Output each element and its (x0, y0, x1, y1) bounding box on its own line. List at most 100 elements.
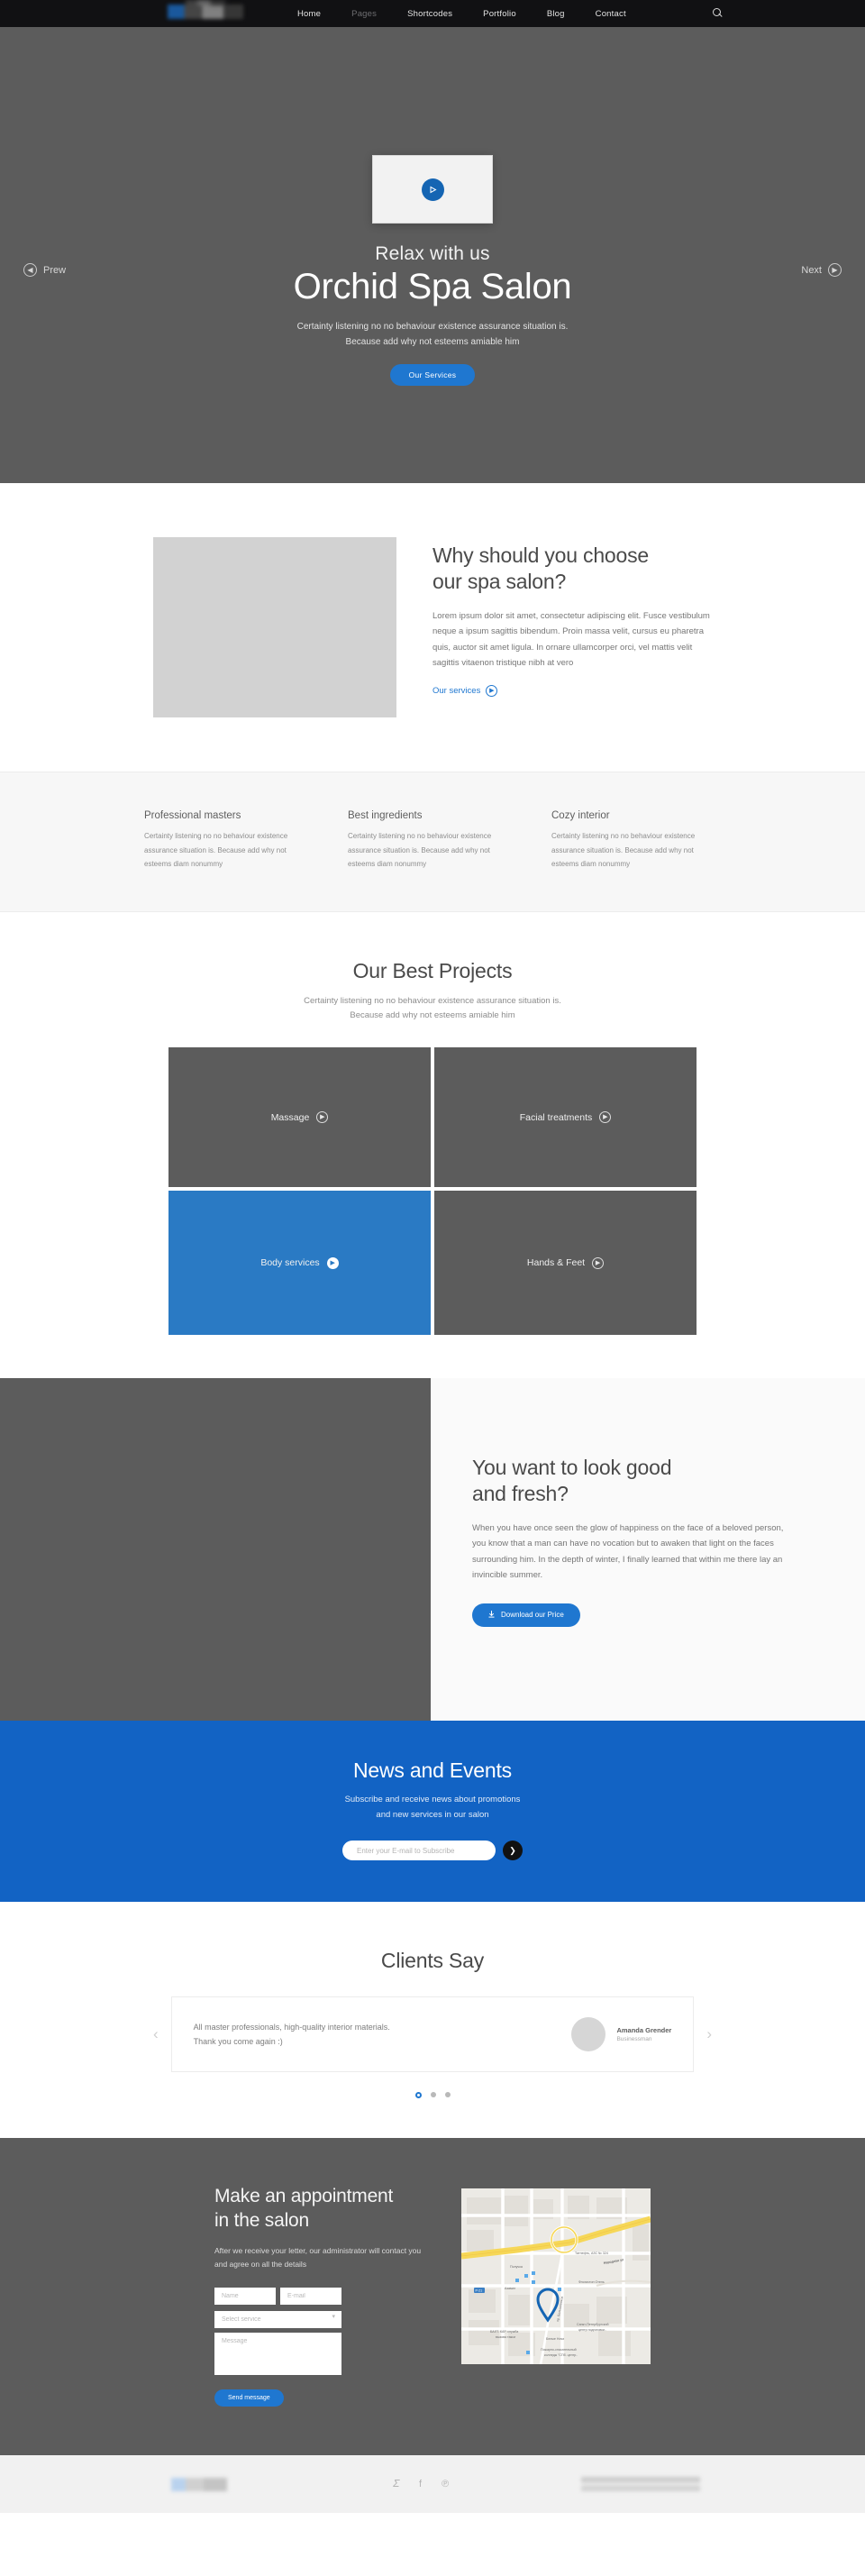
svg-text:Татнефть, АЗС № 324: Татнефть, АЗС № 324 (575, 2252, 608, 2255)
social-links: 𝛴 f ℗ (393, 2479, 449, 2490)
service-select-wrapper (214, 2309, 341, 2329)
project-card-massage[interactable]: Massage ▶ (168, 1047, 431, 1188)
hero-next-button[interactable]: Next ▶ (801, 263, 842, 277)
appointment-section: Make an appointment in the salon After w… (0, 2138, 865, 2456)
hero-prev-button[interactable]: ◀ Prew (23, 263, 66, 277)
svg-text:Белые Ночи: Белые Ночи (546, 2337, 564, 2341)
chevron-right-icon: ▶ (326, 1256, 339, 1269)
newsletter-submit-button[interactable]: ❯ (503, 1841, 523, 1861)
look-good-title: You want to look good and fresh? (472, 1455, 797, 1507)
email-field[interactable] (280, 2288, 341, 2306)
nav-item-contact[interactable]: Contact (596, 9, 626, 19)
newsletter-email-input[interactable] (342, 1841, 496, 1861)
download-icon (488, 1610, 495, 1620)
location-map[interactable]: Р-21 Татнефть, АЗС № 324 Народная ул Пол… (461, 2188, 651, 2365)
testimonial-prev-button[interactable]: ‹ (153, 2025, 159, 2043)
testimonial-carousel: ‹ All master professionals, high-quality… (153, 1996, 712, 2073)
pinterest-icon[interactable]: ℗ (442, 2479, 449, 2490)
project-card-hands-feet[interactable]: Hands & Feet ▶ (434, 1191, 697, 1336)
newsletter-form: ❯ (0, 1841, 865, 1861)
svg-text:Флогистон Отель: Флогистон Отель (578, 2280, 605, 2284)
footer-logo[interactable] (171, 2477, 227, 2491)
nav-item-blog[interactable]: Blog (547, 9, 565, 19)
feature-card: Best ingredients Certainty listening no … (348, 810, 517, 872)
twitter-icon[interactable]: 𝛴 (393, 2479, 399, 2490)
testimonial-dot-3[interactable] (444, 2092, 451, 2098)
feature-card: Cozy interior Certainty listening no no … (551, 810, 721, 872)
projects-grid: Massage ▶ Facial treatments ▶ Body servi… (168, 1047, 697, 1336)
site-header: Home Pages Shortcodes Portfolio Blog Con… (0, 0, 865, 27)
feature-title: Cozy interior (551, 810, 610, 821)
play-icon[interactable] (421, 178, 444, 201)
look-good-title-line2: and fresh? (472, 1481, 569, 1505)
testimonial-author-role: Businessman (616, 2036, 652, 2043)
site-footer: 𝛴 f ℗ (0, 2455, 865, 2514)
testimonial-quote-line2: Thank you come again :) (193, 2037, 283, 2047)
why-choose-link-label: Our services (432, 685, 481, 696)
avatar (571, 2017, 606, 2052)
project-label: Hands & Feet (526, 1257, 586, 1269)
hero-video-placeholder[interactable] (372, 155, 493, 224)
download-price-button[interactable]: Download our Price (472, 1603, 580, 1627)
testimonial-dot-2[interactable] (430, 2092, 436, 2098)
chevron-right-icon: ▶ (599, 1111, 612, 1124)
why-choose-title-line2: our spa salon? (432, 569, 567, 593)
projects-subtitle: Certainty listening no no behaviour exis… (0, 994, 865, 1024)
hero-subtitle: Certainty listening no no behaviour exis… (297, 320, 569, 350)
why-choose-link[interactable]: Our services ▶ (432, 684, 498, 697)
site-logo[interactable] (168, 5, 243, 19)
nav-item-portfolio[interactable]: Portfolio (483, 9, 516, 19)
appointment-text: Make an appointment in the salon After w… (214, 2185, 431, 2407)
hero-kicker: Relax with us (375, 243, 490, 264)
service-select[interactable] (214, 2311, 341, 2329)
project-label: Massage (270, 1111, 310, 1123)
nav-item-shortcodes[interactable]: Shortcodes (407, 9, 452, 19)
testimonial-card: All master professionals, high-quality i… (170, 1996, 695, 2073)
project-label: Facial treatments (519, 1111, 593, 1123)
name-field[interactable] (214, 2288, 276, 2306)
copyright-text (581, 2477, 700, 2492)
newsletter-section: News and Events Subscribe and receive ne… (0, 1721, 865, 1903)
feature-title: Professional masters (144, 810, 241, 821)
look-good-text: You want to look good and fresh? When yo… (431, 1378, 865, 1722)
svg-text:Получка: Получка (510, 2265, 523, 2269)
look-good-section: You want to look good and fresh? When yo… (0, 1378, 865, 1722)
facebook-icon[interactable]: f (419, 2479, 422, 2490)
testimonial-next-button[interactable]: › (706, 2025, 712, 2043)
testimonial-dot-1[interactable] (414, 2092, 422, 2099)
testimonial-quote: All master professionals, high-quality i… (194, 2020, 390, 2050)
feature-card: Professional masters Certainty listening… (144, 810, 314, 872)
projects-subtitle-line2: Because add why not esteems amiable him (350, 1010, 515, 1021)
hero-cta-button[interactable]: Our Services (389, 364, 476, 386)
message-field[interactable] (214, 2333, 341, 2376)
why-choose-image (153, 537, 396, 717)
main-navigation: Home Pages Shortcodes Portfolio Blog Con… (297, 8, 724, 19)
svg-text:Санкт-Петербургский: Санкт-Петербургский (577, 2323, 609, 2326)
appointment-title-line1: Make an appointment (214, 2186, 394, 2207)
nav-item-pages[interactable]: Pages (351, 9, 377, 19)
newsletter-subtitle-line2: and new services in our salon (376, 1809, 489, 1820)
search-icon[interactable] (712, 8, 724, 19)
testimonial-author-name: Amanda Grender (616, 2026, 672, 2035)
svg-text:БАЛТ. КАР, служба: БАЛТ. КАР, служба (490, 2330, 518, 2334)
newsletter-subtitle-line1: Subscribe and receive news about promoti… (344, 1795, 521, 1805)
svg-text:колледж "СПб. центр..: колледж "СПб. центр.. (544, 2353, 578, 2357)
feature-body: Certainty listening no no behaviour exis… (144, 832, 288, 869)
chevron-right-icon: ▶ (316, 1111, 329, 1124)
chevron-left-icon: ◀ (23, 263, 37, 277)
project-card-facial-treatments[interactable]: Facial treatments ▶ (434, 1047, 697, 1188)
appointment-form: Send message (214, 2288, 431, 2407)
hero-section: ◀ Prew Next ▶ Relax with us Orchid Spa S… (0, 27, 865, 483)
appointment-subtitle: After we receive your letter, our admini… (214, 2245, 422, 2270)
nav-item-home[interactable]: Home (297, 9, 321, 19)
hero-subtitle-line1: Certainty listening no no behaviour exis… (296, 322, 569, 332)
project-card-body-services[interactable]: Body services ▶ (168, 1191, 431, 1336)
why-choose-title: Why should you choose our spa salon? (432, 543, 712, 595)
newsletter-subtitle: Subscribe and receive news about promoti… (0, 1793, 865, 1822)
svg-text:Пожарно-спасательный: Пожарно-спасательный (541, 2348, 577, 2352)
send-message-button[interactable]: Send message (214, 2389, 284, 2407)
why-choose-body: Lorem ipsum dolor sit amet, consectetur … (432, 610, 710, 669)
download-price-label: Download our Price (501, 1611, 564, 1620)
hero-next-label: Next (801, 264, 822, 276)
svg-text:вызова такси: вызова такси (496, 2335, 515, 2339)
